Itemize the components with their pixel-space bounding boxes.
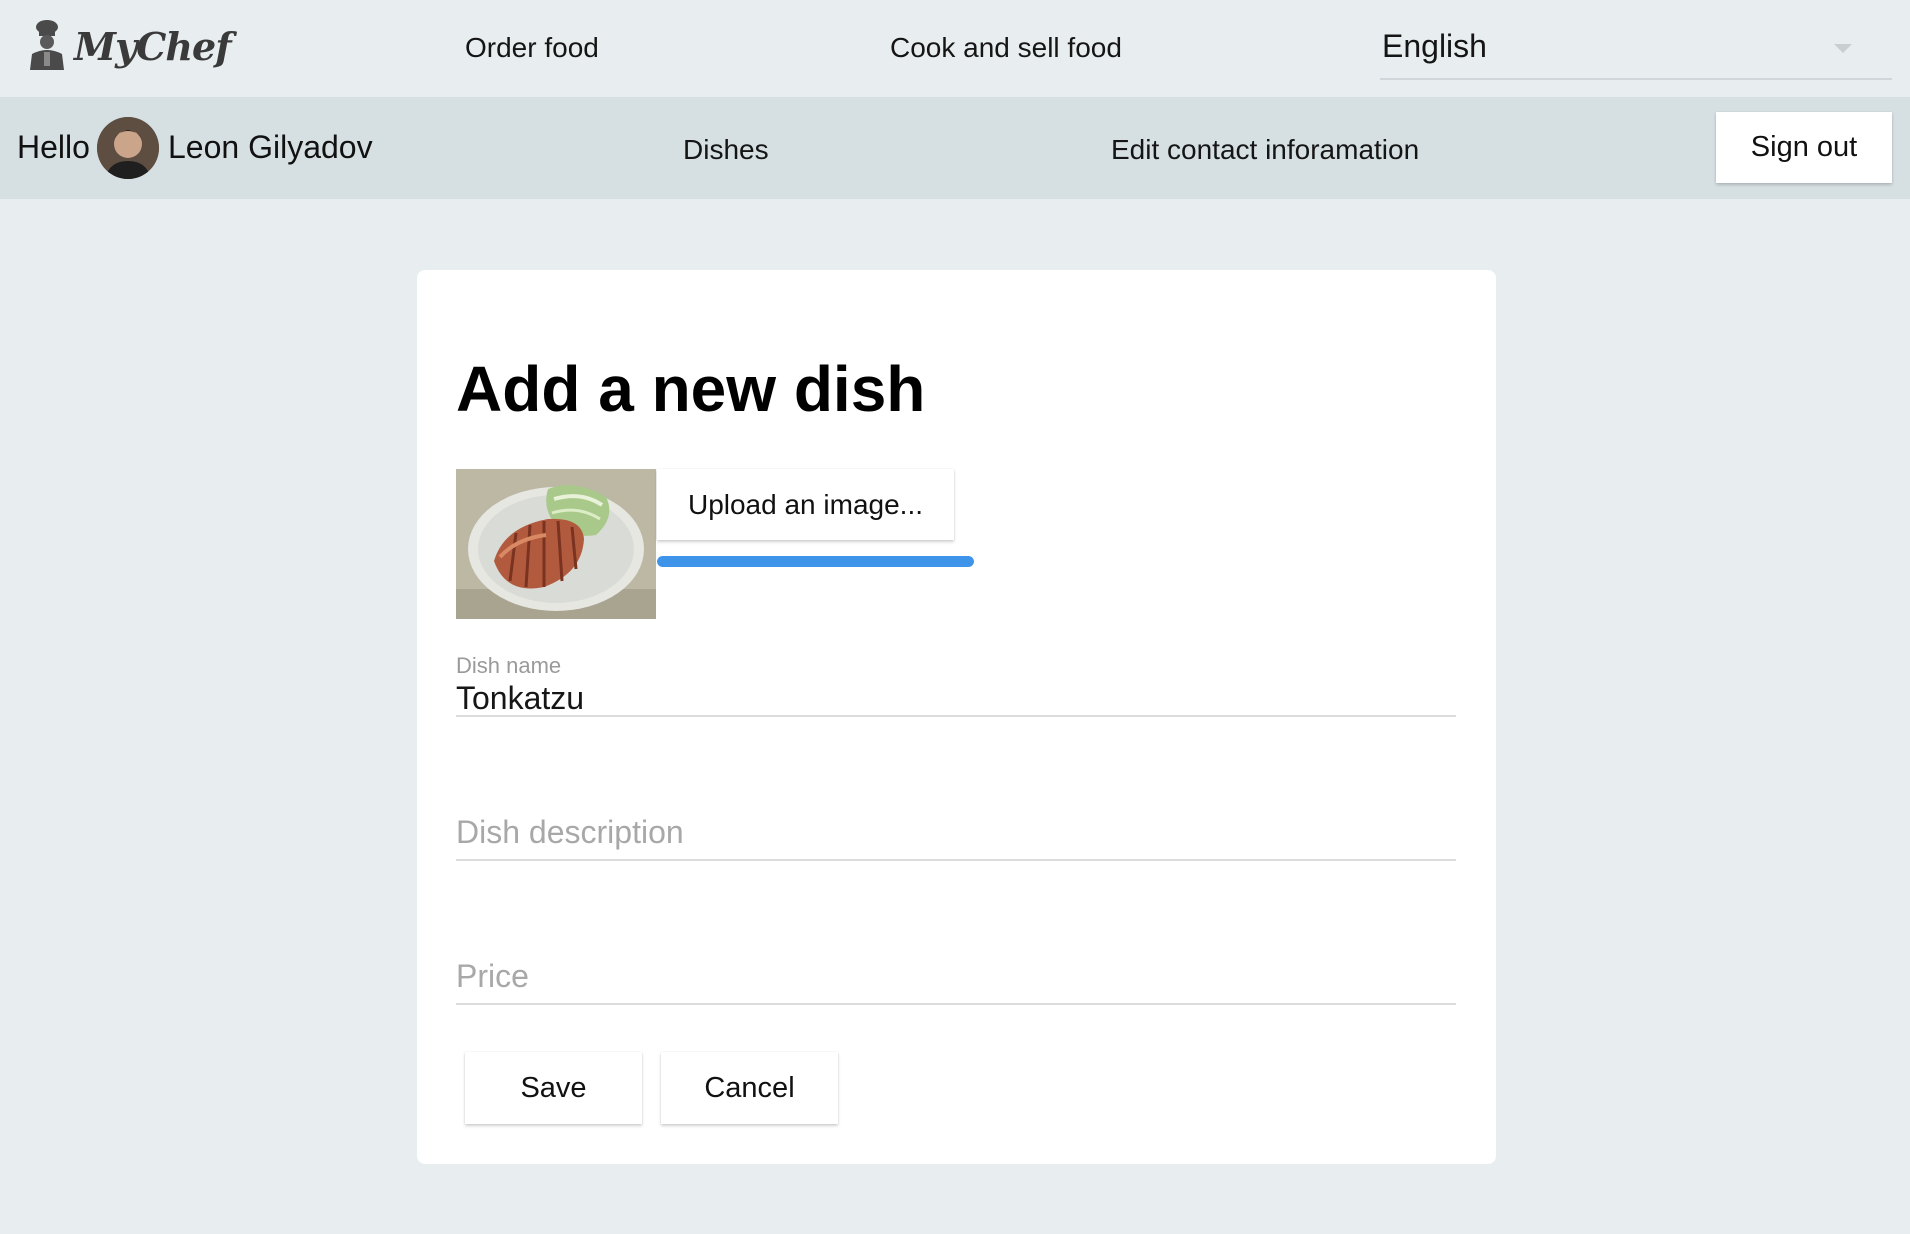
nav-order-food[interactable]: Order food: [465, 32, 599, 64]
app-logo[interactable]: MyChef: [26, 18, 232, 75]
username: Leon Gilyadov: [168, 129, 373, 165]
page-title: Add a new dish: [456, 353, 926, 425]
price-input[interactable]: Price: [456, 958, 529, 995]
chef-icon: [26, 18, 68, 75]
caret-down-icon: [1834, 44, 1852, 53]
user-bar: Hello Leon Gilyadov Dishes Edit contact …: [0, 97, 1910, 199]
dish-name-label: Dish name: [456, 653, 562, 678]
brand-name: MyChef: [74, 24, 232, 69]
dish-description-field[interactable]: Dish description: [456, 814, 1456, 861]
save-button[interactable]: Save: [465, 1052, 642, 1124]
upload-progress-bar: [657, 556, 974, 567]
language-select[interactable]: English: [1380, 20, 1892, 80]
dish-name-input[interactable]: Tonkatzu: [456, 680, 584, 717]
dish-description-input[interactable]: Dish description: [456, 814, 684, 851]
cancel-button[interactable]: Cancel: [661, 1052, 838, 1124]
nav-edit-contact-information[interactable]: Edit contact inforamation: [1111, 134, 1419, 166]
nav-cook-and-sell-food[interactable]: Cook and sell food: [890, 32, 1122, 64]
dish-name-field[interactable]: Dish name Tonkatzu: [456, 653, 1456, 717]
greeting: Hello: [17, 129, 90, 165]
upload-image-button[interactable]: Upload an image...: [657, 469, 954, 540]
price-field[interactable]: Price: [456, 958, 1456, 1005]
sign-out-button[interactable]: Sign out: [1716, 112, 1892, 183]
avatar: [97, 117, 159, 179]
top-navbar: MyChef Order food Cook and sell food Eng…: [0, 0, 1910, 97]
add-dish-card: Add a new dish Upload an image... Dish n…: [417, 270, 1496, 1164]
language-selected: English: [1382, 28, 1487, 64]
upload-progress-fill: [657, 556, 974, 567]
nav-dishes[interactable]: Dishes: [683, 134, 769, 166]
dish-image-preview: [456, 469, 656, 619]
